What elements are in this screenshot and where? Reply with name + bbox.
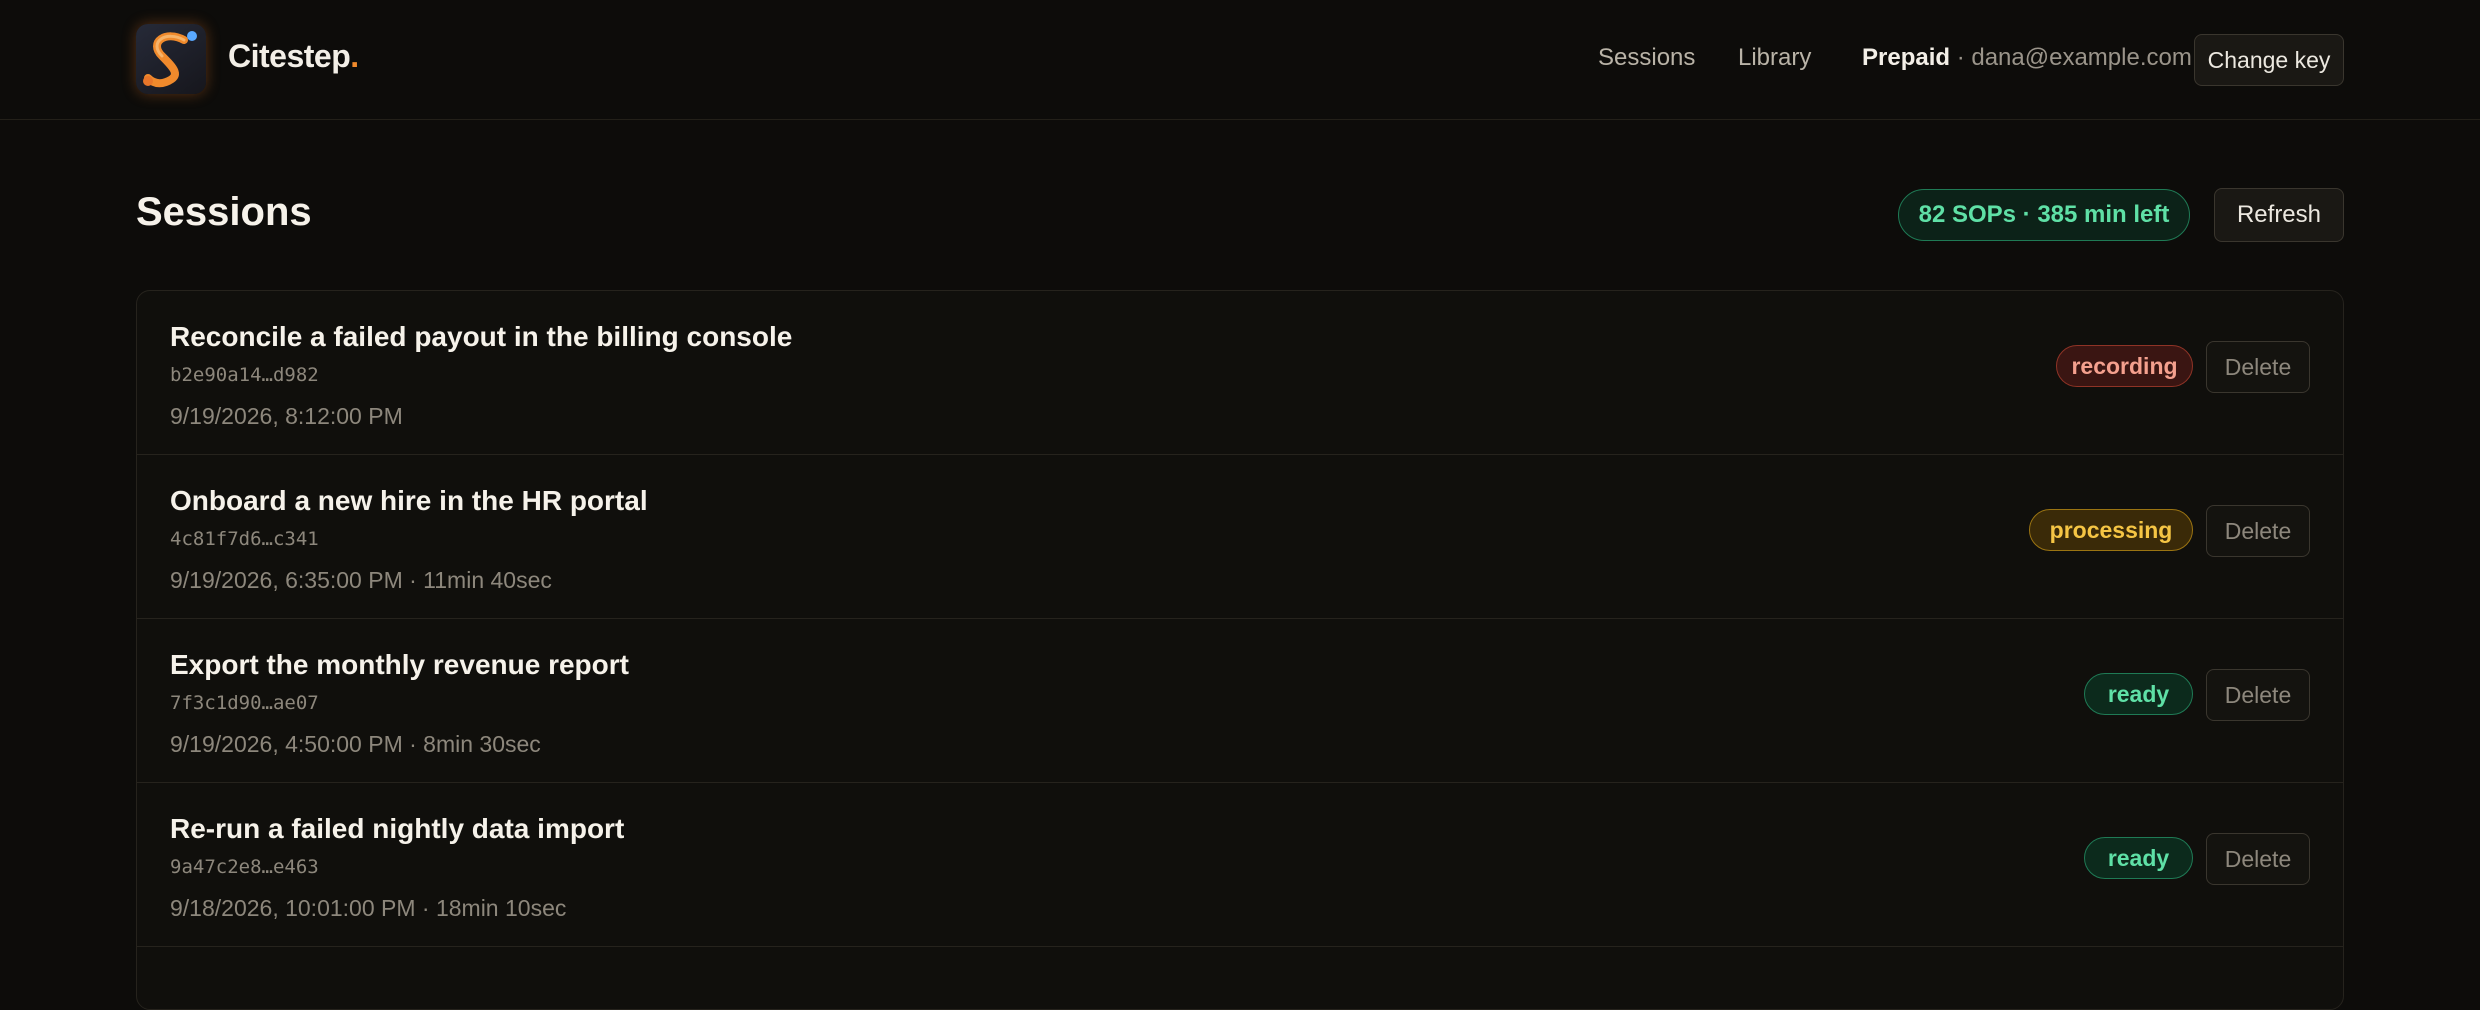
refresh-button[interactable]: Refresh — [2214, 188, 2344, 242]
brand-dot: . — [350, 38, 359, 74]
top-bar: Citestep. Sessions Library Prepaid · dan… — [0, 0, 2480, 120]
brand-name[interactable]: Citestep. — [228, 38, 359, 75]
session-id: 9a47c2e8…e463 — [170, 856, 319, 878]
delete-button[interactable]: Delete — [2206, 505, 2310, 557]
session-meta: 9/19/2026, 6:35:00 PM · 11min 40sec — [170, 567, 552, 593]
brand-text: Citestep — [228, 38, 351, 74]
nav-library-link[interactable]: Library — [1738, 44, 1811, 72]
session-id: 7f3c1d90…ae07 — [170, 692, 319, 714]
session-title[interactable]: Onboard a new hire in the HR portal — [170, 485, 648, 517]
delete-button[interactable]: Delete — [2206, 833, 2310, 885]
app-logo[interactable] — [136, 24, 206, 94]
quota-badge: 82 SOPs · 385 min left — [1898, 189, 2190, 241]
change-key-button[interactable]: Change key — [2194, 34, 2344, 86]
s-path-logo-icon — [143, 31, 197, 88]
session-meta: 9/18/2026, 10:01:00 PM · 18min 10sec — [170, 895, 567, 921]
session-title[interactable]: Reconcile a failed payout in the billing… — [170, 321, 792, 353]
status-badge-recording: recording — [2056, 345, 2193, 387]
session-title[interactable]: Re-run a failed nightly data import — [170, 813, 624, 845]
session-row[interactable]: Export the monthly revenue report 7f3c1d… — [137, 619, 2343, 783]
session-title[interactable]: Export the monthly revenue report — [170, 649, 629, 681]
session-meta: 9/19/2026, 8:12:00 PM — [170, 403, 403, 429]
account-email: dana@example.com — [1971, 44, 2192, 71]
session-id: 4c81f7d6…c341 — [170, 528, 319, 550]
session-meta: 9/19/2026, 4:50:00 PM · 8min 30sec — [170, 731, 541, 757]
status-badge-ready: ready — [2084, 837, 2193, 879]
account-info: Prepaid · dana@example.com — [1862, 44, 2192, 72]
status-badge-ready: ready — [2084, 673, 2193, 715]
plan-label: Prepaid — [1862, 44, 1951, 71]
sessions-list: Reconcile a failed payout in the billing… — [136, 290, 2344, 1010]
status-badge-processing: processing — [2029, 509, 2193, 551]
session-id: b2e90a14…d982 — [170, 364, 319, 386]
session-row[interactable]: Re-run a failed nightly data import 9a47… — [137, 783, 2343, 947]
nav-sessions-link[interactable]: Sessions — [1598, 44, 1695, 72]
page-title: Sessions — [136, 190, 312, 234]
delete-button[interactable]: Delete — [2206, 341, 2310, 393]
session-row[interactable]: Onboard a new hire in the HR portal 4c81… — [137, 455, 2343, 619]
delete-button[interactable]: Delete — [2206, 669, 2310, 721]
account-separator: · — [1950, 44, 1972, 71]
session-row[interactable]: Reconcile a failed payout in the billing… — [137, 291, 2343, 455]
